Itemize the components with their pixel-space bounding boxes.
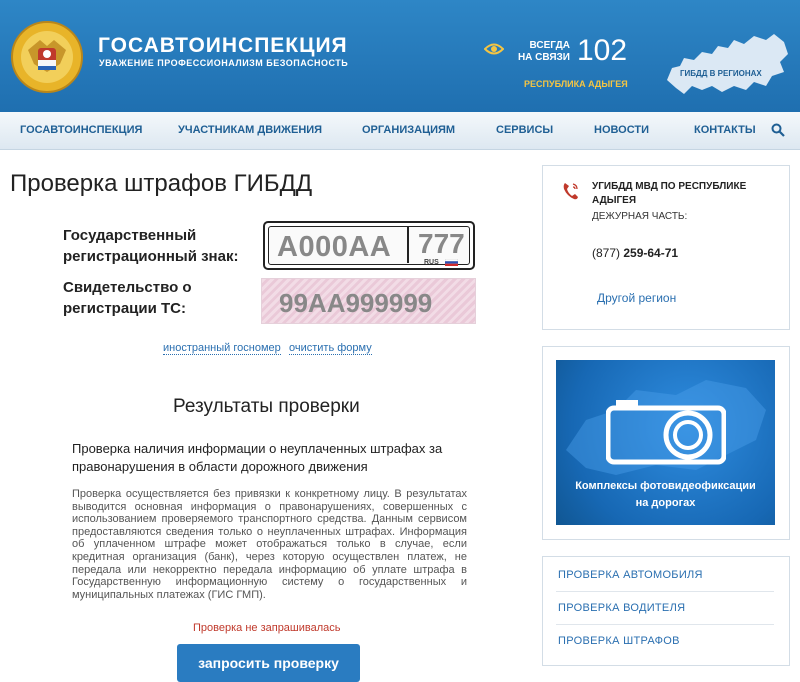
nav-item-participants[interactable]: УЧАСТНИКАМ ДВИЖЕНИЯ xyxy=(178,124,322,136)
page-title: Проверка штрафов ГИБДД xyxy=(10,170,313,197)
check-vehicle-link[interactable]: ПРОВЕРКА АВТОМОБИЛЯ xyxy=(558,569,703,581)
plate-country: RUS xyxy=(424,259,439,266)
check-heading: Проверка наличия информации о неуплаченн… xyxy=(72,441,443,474)
regions-label[interactable]: ГИБДД В РЕГИОНАХ xyxy=(680,69,762,78)
nav-item-services[interactable]: СЕРВИСЫ xyxy=(496,124,553,136)
phone-number: 259-64-71 xyxy=(623,246,679,260)
russia-flag-icon xyxy=(445,259,458,266)
link-divider xyxy=(556,624,774,625)
cert-label: Свидетельство о регистрации ТС: xyxy=(63,277,192,319)
cert-label-line-2: регистрации ТС: xyxy=(63,300,186,317)
cert-number-input[interactable]: 99АА999999 xyxy=(261,278,476,324)
plate-frame: А000АА 777 RUS xyxy=(268,226,470,266)
check-description: Проверка осуществляется без привязки к к… xyxy=(72,488,467,601)
always-on-line: ВСЕГДА НА СВЯЗИ xyxy=(512,40,570,64)
other-region-link[interactable]: Другой регион xyxy=(597,291,676,305)
plate-number-placeholder: А000АА xyxy=(277,231,392,263)
plate-number-input[interactable]: А000АА 777 RUS xyxy=(263,221,475,270)
nav-item-gosavtoinspektsiya[interactable]: ГОСАВТОИНСПЕКЦИЯ xyxy=(20,124,142,136)
reg-sign-label-line-1: Государственный xyxy=(63,227,197,244)
clear-form-link[interactable]: очистить форму xyxy=(289,342,372,355)
nav-item-news[interactable]: НОВОСТИ xyxy=(594,124,649,136)
plate-region-placeholder: 777 xyxy=(418,228,465,259)
hotline-number: 102 xyxy=(577,34,628,67)
banner-text: Комплексы фотовидеофиксации на дорогах xyxy=(556,478,775,512)
emblem-icon[interactable] xyxy=(10,20,84,94)
photo-fixation-banner[interactable]: Комплексы фотовидеофиксации на дорогах xyxy=(556,360,775,525)
nav-item-organizations[interactable]: ОРГАНИЗАЦИЯМ xyxy=(362,124,455,136)
department-line-1: УГИБДД МВД ПО РЕСПУБЛИКЕ xyxy=(592,181,747,192)
phone-icon xyxy=(563,183,578,200)
russia-map-icon[interactable] xyxy=(662,28,792,100)
reg-sign-label: Государственный регистрационный знак: xyxy=(63,225,238,267)
check-status: Проверка не запрашивалась xyxy=(193,622,341,634)
check-driver-link[interactable]: ПРОВЕРКА ВОДИТЕЛЯ xyxy=(558,602,685,614)
phone-code: (877) xyxy=(592,246,621,260)
camera-icon xyxy=(606,400,726,465)
plate-divider xyxy=(407,227,409,263)
main-nav: ГОСАВТОИНСПЕКЦИЯ УЧАСТНИКАМ ДВИЖЕНИЯ ОРГ… xyxy=(0,112,800,150)
check-fines-link[interactable]: ПРОВЕРКА ШТРАФОВ xyxy=(558,635,680,647)
department-line-2: АДЫГЕЯ xyxy=(592,195,637,206)
foreign-plate-link[interactable]: иностранный госномер xyxy=(163,342,281,355)
reg-sign-label-line-2: регистрационный знак: xyxy=(63,248,239,265)
department-name: УГИБДД МВД ПО РЕСПУБЛИКЕ АДЫГЕЯ xyxy=(592,180,772,208)
results-title: Результаты проверки xyxy=(173,396,360,417)
site-header: ГОСАВТОИНСПЕКЦИЯ УВАЖЕНИЕ ПРОФЕССИОНАЛИЗ… xyxy=(0,0,800,112)
duty-phone: (877) 259-64-71 xyxy=(592,246,678,260)
link-divider xyxy=(556,591,774,592)
site-subtitle: УВАЖЕНИЕ ПРОФЕССИОНАЛИЗМ БЕЗОПАСНОСТЬ xyxy=(99,58,349,68)
current-region[interactable]: РЕСПУБЛИКА АДЫГЕЯ xyxy=(524,79,628,89)
always-line-2: НА СВЯЗИ xyxy=(517,52,570,63)
site-title[interactable]: ГОСАВТОИНСПЕКЦИЯ xyxy=(98,34,348,58)
duty-label: ДЕЖУРНАЯ ЧАСТЬ: xyxy=(592,211,688,222)
cert-number-placeholder: 99АА999999 xyxy=(279,288,433,318)
request-check-button[interactable]: запросить проверку xyxy=(177,644,360,682)
always-line-1: ВСЕГДА xyxy=(529,40,571,51)
nav-item-contacts[interactable]: КОНТАКТЫ xyxy=(694,124,756,136)
cert-label-line-1: Свидетельство о xyxy=(63,279,192,296)
search-icon[interactable] xyxy=(771,123,785,137)
banner-line-1: Комплексы фотовидеофиксации xyxy=(575,480,756,492)
banner-line-2: на дорогах xyxy=(635,497,696,509)
eye-icon xyxy=(484,43,504,55)
